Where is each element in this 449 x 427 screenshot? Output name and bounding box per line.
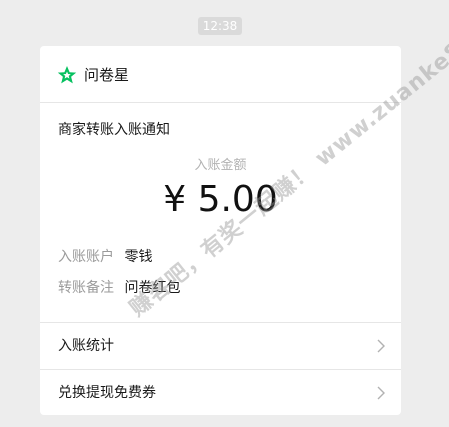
- star-icon: [57, 66, 77, 84]
- detail-value: 问卷红包: [124, 280, 181, 296]
- menu-item-free-coupon[interactable]: 兑换提现免费券: [40, 369, 401, 415]
- detail-row-account: 入账账户 零钱: [58, 247, 152, 267]
- app-name: 问卷星: [84, 66, 130, 84]
- notice-title: 商家转账入账通知: [58, 122, 170, 138]
- message-timestamp: 12:38: [198, 17, 242, 35]
- notification-card[interactable]: 问卷星 商家转账入账通知 入账金额 ¥ 5.00 入账账户 零钱 转账备注 问卷…: [40, 46, 401, 415]
- amount-label: 入账金额: [194, 158, 247, 173]
- menu-item-income-stats[interactable]: 入账统计: [40, 322, 401, 369]
- detail-value: 零钱: [124, 249, 153, 265]
- amount-value: ¥ 5.00: [163, 179, 278, 220]
- chevron-right-icon: [377, 339, 385, 353]
- detail-row-remark: 转账备注 问卷红包: [58, 278, 180, 298]
- menu-item-label: 入账统计: [58, 338, 114, 354]
- detail-key: 转账备注: [58, 280, 114, 296]
- menu-item-label: 兑换提现免费券: [58, 385, 156, 401]
- card-header[interactable]: 问卷星: [40, 46, 401, 103]
- chevron-right-icon: [377, 386, 385, 400]
- detail-key: 入账账户: [58, 249, 114, 265]
